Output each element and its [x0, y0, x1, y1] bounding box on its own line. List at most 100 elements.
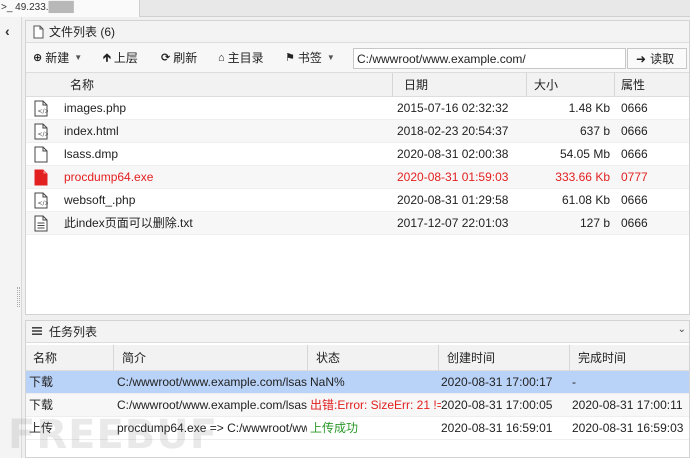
- file-attr: 0666: [621, 193, 648, 207]
- column-header-status[interactable]: 状态: [316, 345, 447, 371]
- column-header-desc[interactable]: 简介: [122, 345, 312, 371]
- chevron-down-icon[interactable]: ⌄: [678, 324, 686, 335]
- task-table-header: 名称 简介 状态 创建时间 完成时间: [26, 345, 689, 371]
- php-file-icon: </>: [34, 100, 52, 120]
- file-table-header: 名称 日期 大小 属性: [26, 73, 689, 97]
- file-date: 2020-08-31 01:59:03: [397, 170, 509, 184]
- task-table: 名称 简介 状态 创建时间 完成时间 下载 C:/wwwroot/www.exa…: [26, 345, 689, 440]
- file-date: 2017-12-07 22:01:03: [397, 216, 509, 230]
- svg-text:</>: </>: [38, 131, 49, 138]
- read-button[interactable]: ➜ 读取: [627, 48, 687, 69]
- task-row[interactable]: 下载 C:/wwwroot/www.example.com/lsass 出错:E…: [26, 394, 689, 417]
- masked-ip-part: ████: [48, 2, 74, 13]
- file-size: 333.66 Kb: [555, 170, 610, 184]
- up-level-button[interactable]: 🡱 上层: [103, 48, 138, 68]
- file-date: 2020-08-31 02:00:38: [397, 147, 509, 161]
- task-done: -: [572, 375, 576, 389]
- file-row[interactable]: </> images.php 2015-07-16 02:32:32 1.48 …: [26, 97, 689, 120]
- blank-file-icon: [34, 146, 52, 166]
- list-icon: [31, 325, 45, 339]
- home-dir-label: 主目录: [227, 51, 264, 65]
- file-table: 名称 日期 大小 属性 </> images.php 2015-07-16 02…: [26, 73, 689, 235]
- column-header-created[interactable]: 创建时间: [447, 345, 575, 371]
- task-name: 下载: [29, 398, 54, 412]
- connection-tab-title: >_ 49.233.: [1, 2, 49, 13]
- file-toolbar: ⊕ 新建 ▼ 🡱 上层 ⟳ 刷新 ⌂ 主目录 ⚑ 书签 ▼ ➜ 读取: [26, 43, 689, 73]
- file-size: 637 b: [579, 124, 610, 138]
- caret-down-icon: ▼: [326, 53, 335, 62]
- caret-down-icon: ▼: [74, 53, 83, 62]
- connection-tab-bar: >_ 49.233.████: [0, 0, 690, 17]
- file-row[interactable]: </> index.html 2018-02-23 20:54:37 637 b…: [26, 120, 689, 143]
- php-file-icon: </>: [34, 192, 52, 212]
- left-gutter: ‹: [0, 17, 22, 458]
- file-size: 1.48 Kb: [568, 101, 610, 115]
- svg-text:</>: </>: [38, 108, 49, 115]
- file-attr: 0777: [621, 170, 648, 184]
- task-status: 上传成功: [310, 421, 359, 435]
- file-name: procdump64.exe: [64, 170, 154, 184]
- task-list-panel: 任务列表 ⌄ 名称 简介 状态 创建时间 完成时间 下载 C:/wwwroot/…: [25, 320, 690, 458]
- read-button-label: 读取: [650, 52, 675, 66]
- file-size: 127 b: [579, 216, 610, 230]
- file-date: 2020-08-31 01:29:58: [397, 193, 509, 207]
- up-level-label: 上层: [113, 51, 138, 65]
- connection-tab[interactable]: >_ 49.233.████: [0, 0, 140, 17]
- task-list-header: 任务列表 ⌄: [26, 321, 689, 343]
- file-row[interactable]: </> websoft_.php 2020-08-31 01:29:58 61.…: [26, 189, 689, 212]
- task-desc: C:/wwwroot/www.example.com/lsass: [117, 375, 307, 389]
- file-name: lsass.dmp: [64, 147, 119, 161]
- task-created: 2020-08-31 17:00:17: [441, 375, 553, 389]
- arrow-up-icon: 🡱: [103, 52, 111, 64]
- task-name: 下载: [29, 375, 54, 389]
- path-input[interactable]: [353, 48, 626, 69]
- home-icon: ⌂: [218, 52, 225, 64]
- task-list-title: 任务列表: [49, 325, 98, 339]
- file-icon: [31, 25, 45, 39]
- file-attr: 0666: [621, 124, 648, 138]
- column-header-done[interactable]: 完成时间: [578, 345, 690, 371]
- refresh-label: 刷新: [173, 51, 198, 65]
- task-done: 2020-08-31 16:59:03: [572, 421, 684, 435]
- file-attr: 0666: [621, 101, 648, 115]
- new-button-label: 新建: [45, 51, 70, 65]
- task-desc: procdump64.exe => C:/wwwroot/ww: [117, 421, 307, 435]
- file-date: 2018-02-23 20:54:37: [397, 124, 509, 138]
- splitter-grip[interactable]: [17, 287, 20, 307]
- file-list-panel: 文件列表 (6) ⊕ 新建 ▼ 🡱 上层 ⟳ 刷新 ⌂ 主目录 ⚑ 书签 ▼ ➜…: [25, 20, 690, 315]
- column-header-size[interactable]: 大小: [534, 73, 618, 97]
- column-header-name[interactable]: 名称: [33, 345, 113, 371]
- arrow-right-icon: ➜: [636, 51, 647, 66]
- task-done: 2020-08-31 17:00:11: [572, 398, 683, 412]
- file-row[interactable]: procdump64.exe 2020-08-31 01:59:03 333.6…: [26, 166, 689, 189]
- html-file-icon: </>: [34, 123, 52, 143]
- home-dir-button[interactable]: ⌂ 主目录: [218, 48, 264, 68]
- bookmark-button[interactable]: ⚑ 书签 ▼: [285, 48, 335, 68]
- plus-circle-icon: ⊕: [33, 52, 43, 64]
- file-name: 此index页面可以删除.txt: [64, 216, 193, 230]
- text-file-icon: [34, 215, 52, 235]
- column-header-name[interactable]: 名称: [70, 73, 400, 97]
- column-header-attr[interactable]: 属性: [621, 73, 671, 97]
- task-created: 2020-08-31 17:00:05: [441, 398, 553, 412]
- file-name: images.php: [64, 101, 127, 115]
- task-status: 出错:Error: SizeErr: 21 !=: [310, 398, 441, 412]
- task-row[interactable]: 上传 procdump64.exe => C:/wwwroot/ww 上传成功 …: [26, 417, 689, 440]
- bookmark-icon: ⚑: [285, 52, 295, 64]
- file-name: websoft_.php: [64, 193, 136, 207]
- file-name: index.html: [64, 124, 119, 138]
- task-status: NaN%: [310, 375, 345, 389]
- task-created: 2020-08-31 16:59:01: [441, 421, 553, 435]
- chevron-left-icon[interactable]: ‹: [5, 23, 10, 39]
- file-size: 54.05 Mb: [559, 147, 610, 161]
- new-button[interactable]: ⊕ 新建 ▼: [33, 48, 82, 68]
- file-row[interactable]: lsass.dmp 2020-08-31 02:00:38 54.05 Mb 0…: [26, 143, 689, 166]
- column-header-date[interactable]: 日期: [404, 73, 532, 97]
- task-row[interactable]: 下载 C:/wwwroot/www.example.com/lsass NaN%…: [26, 371, 689, 394]
- task-name: 上传: [29, 421, 54, 435]
- file-list-title: 文件列表 (6): [49, 25, 116, 39]
- file-size: 61.08 Kb: [561, 193, 610, 207]
- file-row[interactable]: 此index页面可以删除.txt 2017-12-07 22:01:03 127…: [26, 212, 689, 235]
- refresh-button[interactable]: ⟳ 刷新: [161, 48, 197, 68]
- svg-text:</>: </>: [38, 200, 49, 207]
